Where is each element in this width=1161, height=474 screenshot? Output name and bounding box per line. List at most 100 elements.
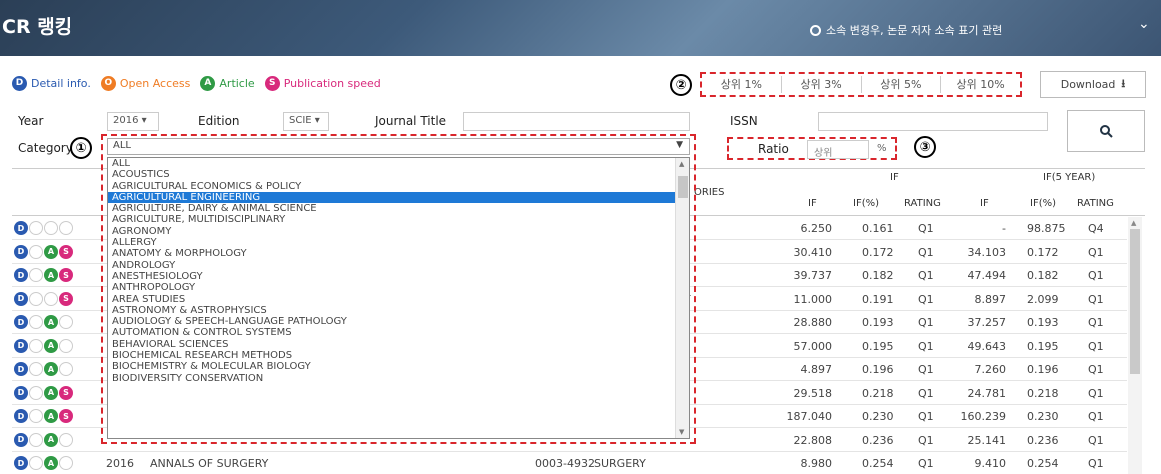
ratio-input[interactable]: 상위 xyxy=(807,140,869,159)
category-option[interactable]: ANTHROPOLOGY xyxy=(108,282,689,293)
top-5-button[interactable]: 상위 5% xyxy=(862,76,942,93)
detail-info-icon[interactable]: D xyxy=(14,221,28,235)
category-option[interactable]: ALLERGY xyxy=(108,237,689,248)
category-dropdown-list[interactable]: ALL ACOUSTICS AGRICULTURAL ECONOMICS & POL… xyxy=(107,157,690,439)
row-rating5: Q1 xyxy=(1088,363,1104,376)
scroll-up-icon[interactable]: ▲ xyxy=(1131,219,1136,227)
row-if5: 160.239 xyxy=(960,410,1007,423)
publication-speed-icon[interactable]: S xyxy=(59,385,73,400)
row-rating: Q1 xyxy=(918,269,934,282)
detail-info-icon[interactable]: D xyxy=(14,409,28,423)
detail-info-icon[interactable]: D xyxy=(14,268,28,282)
detail-info-icon[interactable]: D xyxy=(14,362,28,376)
col-rating[interactable]: RATING xyxy=(904,198,941,209)
article-icon[interactable]: A xyxy=(44,268,58,282)
col-if[interactable]: IF xyxy=(808,198,817,209)
detail-info-icon[interactable]: D xyxy=(14,432,28,447)
category-option[interactable]: ASTRONOMY & ASTROPHYSICS xyxy=(108,305,689,316)
icon-legend: D Detail info. O Open Access A Article S Pub… xyxy=(12,75,381,91)
dropdown-scrollbar[interactable]: ▲ ▼ xyxy=(675,158,689,438)
row-rating5: Q1 xyxy=(1088,339,1104,353)
category-option[interactable]: AGRONOMY xyxy=(108,226,689,237)
open-access-icon xyxy=(29,432,43,447)
download-icon: ⭳ xyxy=(1121,77,1126,90)
category-option[interactable]: AUTOMATION & CONTROL SYSTEMS xyxy=(108,327,689,338)
category-option[interactable]: ANDROLOGY xyxy=(108,260,689,271)
row-icons: DA xyxy=(14,456,73,470)
detail-info-icon[interactable]: D xyxy=(14,291,28,306)
row-if: 4.897 xyxy=(800,363,833,376)
publication-speed-icon xyxy=(59,221,73,235)
category-option[interactable]: ANESTHESIOLOGY xyxy=(108,271,689,282)
publication-speed-icon[interactable]: S xyxy=(59,244,73,259)
category-option[interactable]: AGRICULTURE, MULTIDISCIPLINARY xyxy=(108,214,689,225)
publication-speed-icon[interactable]: S xyxy=(59,268,73,282)
open-access-icon xyxy=(29,221,43,235)
category-option[interactable]: AREA STUDIES xyxy=(108,294,689,305)
open-access-icon xyxy=(29,362,43,376)
category-option[interactable]: AGRICULTURAL ENGINEERING xyxy=(108,191,689,204)
col-if-pct[interactable]: IF(%) xyxy=(853,198,879,209)
row-icons: DA xyxy=(14,362,73,376)
article-icon[interactable]: A xyxy=(44,432,58,447)
row-if5-pct: 0.172 xyxy=(1027,245,1059,259)
detail-info-icon[interactable]: D xyxy=(14,244,28,259)
category-option[interactable]: AUDIOLOGY & SPEECH-LANGUAGE PATHOLOGY xyxy=(108,316,689,327)
year-label: Year xyxy=(18,114,44,128)
download-button[interactable]: Download ⭳ xyxy=(1040,71,1146,98)
journal-title-input[interactable] xyxy=(463,112,690,131)
row-rating5: Q1 xyxy=(1088,410,1104,423)
col-rating5[interactable]: RATING xyxy=(1077,198,1114,209)
detail-info-icon[interactable]: D xyxy=(14,385,28,400)
publication-speed-icon[interactable]: S xyxy=(59,409,73,423)
article-icon[interactable]: A xyxy=(44,338,58,353)
scroll-down-icon[interactable]: ▼ xyxy=(679,428,684,436)
article-icon[interactable]: A xyxy=(44,409,58,423)
detail-info-icon[interactable]: D xyxy=(14,338,28,353)
category-option[interactable]: ACOUSTICS xyxy=(108,169,689,180)
table-scrollbar[interactable]: ▲ xyxy=(1128,217,1142,474)
chevron-down-icon[interactable]: ⌄ xyxy=(1138,16,1150,32)
top-10-button[interactable]: 상위 10% xyxy=(941,76,1020,93)
col-if5[interactable]: IF xyxy=(980,198,989,209)
scrollbar-thumb[interactable] xyxy=(1130,229,1140,374)
row-if5: 24.781 xyxy=(967,386,1007,400)
scrollbar-thumb[interactable] xyxy=(678,176,688,198)
row-rating: Q1 xyxy=(918,457,934,470)
legend-publication-speed: S Publication speed xyxy=(264,75,381,91)
search-button[interactable] xyxy=(1067,110,1145,152)
row-if: 8.980 xyxy=(800,457,833,470)
category-option[interactable]: BIODIVERSITY CONSERVATION xyxy=(108,373,689,384)
article-icon[interactable]: A xyxy=(44,385,58,400)
category-option[interactable]: BIOCHEMISTRY & MOLECULAR BIOLOGY xyxy=(108,361,689,372)
issn-input[interactable] xyxy=(818,112,1048,131)
publication-speed-icon[interactable]: S xyxy=(59,291,73,306)
article-icon[interactable]: A xyxy=(44,456,58,470)
scroll-up-icon[interactable]: ▲ xyxy=(679,160,684,168)
detail-info-icon[interactable]: D xyxy=(14,315,28,329)
detail-info-icon[interactable]: D xyxy=(14,456,28,470)
edition-select[interactable]: SCIE ▾ xyxy=(283,112,329,131)
top-1-button[interactable]: 상위 1% xyxy=(702,76,782,93)
row-if5: 8.897 xyxy=(974,292,1007,306)
category-option[interactable]: ALL xyxy=(108,158,689,169)
article-icon[interactable]: A xyxy=(44,315,58,329)
category-select[interactable]: ALL ▼ xyxy=(107,138,690,155)
row-if: 39.737 xyxy=(793,269,833,282)
category-option[interactable]: BIOCHEMICAL RESEARCH METHODS xyxy=(108,350,689,361)
row-rating5: Q1 xyxy=(1088,316,1104,329)
category-option[interactable]: AGRICULTURAL ECONOMICS & POLICY xyxy=(108,181,689,192)
top-3-button[interactable]: 상위 3% xyxy=(782,76,862,93)
notice-link[interactable]: 소속 변경우, 논문 저자 소속 표기 관련 xyxy=(810,22,1002,38)
category-option[interactable]: ANATOMY & MORPHOLOGY xyxy=(108,248,689,259)
ratio-label: Ratio xyxy=(758,142,789,156)
category-option[interactable]: AGRICULTURE, DAIRY & ANIMAL SCIENCE xyxy=(108,203,689,214)
table-row[interactable]: D A 2016 ANNALS OF SURGERY 0003-4932 SURGERY 8… xyxy=(12,452,1127,474)
category-option[interactable]: BEHAVIORAL SCIENCES xyxy=(108,339,689,350)
row-if5: 34.103 xyxy=(967,245,1007,259)
row-if5: 49.643 xyxy=(967,339,1007,353)
article-icon[interactable]: A xyxy=(44,362,58,376)
col-if5-pct[interactable]: IF(%) xyxy=(1030,198,1056,209)
article-icon[interactable]: A xyxy=(44,244,58,259)
year-select[interactable]: 2016 ▾ xyxy=(107,112,159,131)
